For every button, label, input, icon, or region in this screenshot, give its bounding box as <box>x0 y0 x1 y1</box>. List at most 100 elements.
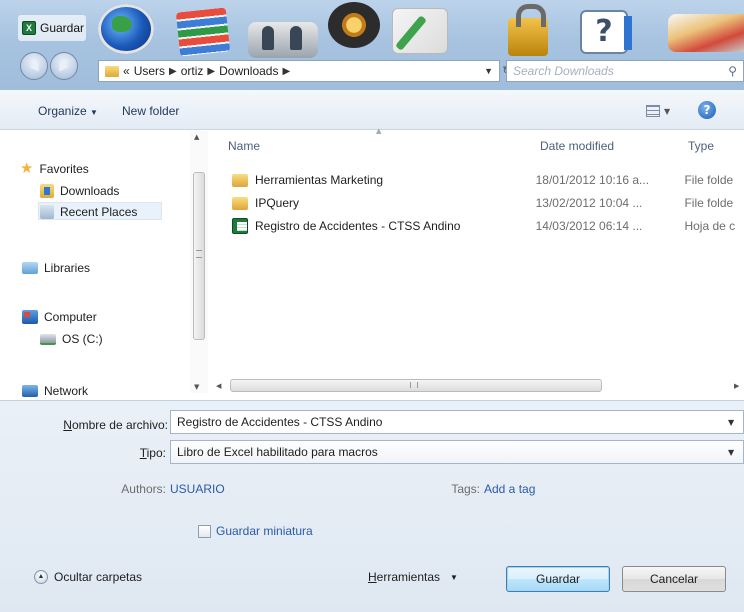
nav-item-downloads[interactable]: Downloads <box>40 184 119 198</box>
scroll-down-arrow-icon[interactable]: ▼ <box>194 383 199 391</box>
filetype-label: Tipo: <box>139 446 166 460</box>
scroll-grip-icon <box>410 382 418 388</box>
help-button[interactable]: ? <box>698 101 716 119</box>
authors-label: Authors: <box>121 482 166 496</box>
nav-item-os-drive[interactable]: OS (C:) <box>40 332 103 346</box>
view-list-icon <box>646 105 660 117</box>
downloads-folder-icon <box>40 184 54 198</box>
search-input[interactable]: Search Downloads ⚲ <box>506 60 744 82</box>
star-icon: ★ <box>20 160 34 177</box>
scroll-left-arrow-icon[interactable]: ◀ <box>216 382 221 390</box>
folder-icon <box>232 173 248 187</box>
sort-ascending-icon: ▲ <box>376 127 382 135</box>
hard-drive-icon <box>40 333 56 345</box>
breadcrumb-ortiz[interactable]: ortiz <box>181 64 204 78</box>
hide-folders-button[interactable]: ▲ Ocultar carpetas <box>34 570 142 584</box>
computer-icon <box>22 310 38 324</box>
chevron-right-icon[interactable]: ▶ <box>282 66 290 77</box>
file-row[interactable]: Registro de Accidentes - CTSS Andino 14/… <box>232 216 744 236</box>
forward-button[interactable]: ▶ <box>50 52 78 80</box>
people-icon <box>248 22 318 58</box>
back-forward-buttons: ◀ ▶ <box>20 52 94 80</box>
tags-label: Tags: <box>451 482 480 496</box>
search-icon[interactable]: ⚲ <box>728 64 737 78</box>
command-bar <box>0 90 744 130</box>
excel-file-icon <box>232 218 248 234</box>
nav-item-label: Computer <box>44 310 97 324</box>
file-row[interactable]: Herramientas Marketing 18/01/2012 10:16 … <box>232 170 744 190</box>
back-button[interactable]: ◀ <box>20 52 48 80</box>
nav-item-computer[interactable]: Computer <box>22 310 97 324</box>
tags-input[interactable]: Add a tag <box>484 482 535 496</box>
file-type: File folde <box>684 196 734 210</box>
file-list <box>208 131 744 381</box>
chevron-down-icon[interactable]: ▼ <box>728 418 734 427</box>
chevron-down-icon: ▼ <box>664 106 671 116</box>
nav-item-network[interactable]: Network <box>22 384 88 398</box>
nav-item-label: Network <box>44 384 89 398</box>
filename-input[interactable]: Registro de Accidentes - CTSS Andino <box>170 410 744 434</box>
nav-item-label: Libraries <box>44 261 91 275</box>
authors-value[interactable]: USUARIO <box>170 482 225 496</box>
scroll-up-arrow-icon[interactable]: ▲ <box>194 133 199 141</box>
save-button[interactable]: Guardar <box>506 566 610 592</box>
scroll-grip-icon <box>196 250 202 258</box>
question-mark-icon: ? <box>580 10 632 54</box>
nav-item-label: Downloads <box>60 184 120 198</box>
file-name: IPQuery <box>255 196 300 210</box>
file-row[interactable]: IPQuery 13/02/2012 10:04 ... File folde <box>232 193 744 213</box>
decorative-image-icon <box>668 14 744 52</box>
file-name: Herramientas Marketing <box>255 173 384 187</box>
save-thumbnail-checkbox[interactable] <box>198 525 211 538</box>
chevron-down-icon[interactable]: ▼ <box>484 66 499 76</box>
file-date: 13/02/2012 10:04 ... <box>535 196 643 210</box>
lock-icon <box>508 4 548 56</box>
libraries-icon <box>22 262 38 274</box>
scroll-right-arrow-icon[interactable]: ▶ <box>734 382 739 390</box>
chevron-right-icon[interactable]: ▶ <box>169 66 177 77</box>
file-type: File folde <box>684 173 734 187</box>
nav-item-label: Recent Places <box>60 205 138 219</box>
file-date: 14/03/2012 06:14 ... <box>535 219 643 233</box>
change-view-button[interactable]: ▼ <box>646 100 682 122</box>
column-header-name[interactable]: Name <box>228 139 260 153</box>
file-date: 18/01/2012 10:16 a... <box>535 173 650 187</box>
chevron-right-icon[interactable]: ▶ <box>207 66 215 77</box>
tools-button[interactable]: Herramientas ▼ <box>368 570 458 584</box>
new-folder-button[interactable]: New folder <box>122 104 179 118</box>
cancel-button[interactable]: Cancelar <box>622 566 726 592</box>
nav-item-label: Favorites <box>39 162 89 176</box>
tools-label: Herramientas <box>368 570 441 584</box>
globe-icon <box>98 4 154 54</box>
breadcrumb-users[interactable]: Users <box>134 64 165 78</box>
nav-item-libraries[interactable]: Libraries <box>22 261 90 275</box>
organize-label: Organize <box>38 104 87 118</box>
organize-button[interactable]: Organize ▼ <box>38 104 98 118</box>
filename-label: Nombre de archivo: <box>63 418 168 432</box>
filetype-select[interactable]: Libro de Excel habilitado para macros <box>170 440 744 464</box>
save-thumbnail-label[interactable]: Guardar miniatura <box>216 524 313 538</box>
folder-icon <box>105 65 119 77</box>
recent-places-icon <box>40 205 54 219</box>
nav-item-label: OS (C:) <box>62 332 103 346</box>
chevron-down-icon[interactable]: ▼ <box>728 448 734 457</box>
folder-icon <box>232 196 248 210</box>
column-header-date-modified[interactable]: Date modified <box>540 139 614 153</box>
window-title: X Guardar c <box>18 15 86 41</box>
address-bar[interactable]: « Users ▶ ortiz ▶ Downloads ▶ ▼ <box>98 60 500 82</box>
file-name: Registro de Accidentes - CTSS Andino <box>255 219 461 233</box>
collapse-arrow-icon: ▲ <box>34 570 48 584</box>
network-icon <box>22 385 38 397</box>
nav-item-recent-places[interactable]: Recent Places <box>40 205 137 219</box>
excel-app-icon: X <box>22 21 36 35</box>
nav-item-favorites[interactable]: ★ Favorites <box>20 160 89 177</box>
chevron-down-icon: ▼ <box>450 572 458 582</box>
chevron-down-icon: ▼ <box>90 108 98 117</box>
hide-folders-label: Ocultar carpetas <box>54 570 143 584</box>
search-placeholder: Search Downloads <box>513 64 614 78</box>
column-header-type[interactable]: Type <box>688 139 714 153</box>
breadcrumb-overflow[interactable]: « <box>123 64 130 78</box>
window-title-text: Guardar c <box>40 21 86 35</box>
breadcrumb-downloads[interactable]: Downloads <box>219 64 278 78</box>
books-icon <box>175 7 231 57</box>
